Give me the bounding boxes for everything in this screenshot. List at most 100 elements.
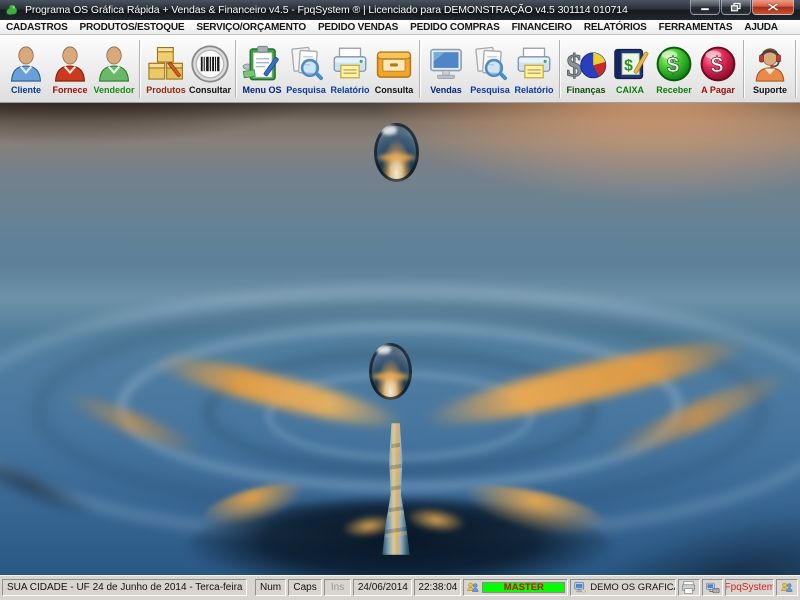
- dollar-pie-icon: $: [566, 47, 607, 83]
- minimize-icon: [700, 7, 710, 11]
- app-icon: [6, 4, 18, 15]
- status-location-text: SUA CIDADE - UF 24 de Junho de 2014 - Te…: [7, 582, 243, 593]
- menu-item-pedido-vendas[interactable]: PEDIDO VENDAS: [312, 22, 404, 33]
- water-droplet: [369, 343, 412, 400]
- menu-item-ferramentas[interactable]: FERRAMENTAS: [653, 22, 739, 33]
- toolbar-label: Pesquisa: [470, 84, 510, 95]
- clipboard-pencil-icon: [242, 45, 279, 80]
- toolbar-label: Consulta: [374, 84, 414, 95]
- water-droplet: [374, 123, 419, 182]
- restore-icon: [730, 2, 741, 12]
- toolbar-label: Vendedor: [93, 84, 135, 95]
- toolbar-label: Receber: [656, 84, 692, 95]
- status-bar: SUA CIDADE - UF 24 de Junho de 2014 - Te…: [0, 575, 800, 600]
- toolbar-label: Vendas: [430, 84, 462, 95]
- menu-bar: CADASTROS PRODUTOS/ESTOQUE SERVIÇO/ORÇAM…: [0, 20, 800, 35]
- title-bar: Programa OS Gráfica Rápida + Vendas & Fi…: [0, 0, 800, 20]
- toolbar-button-caixa[interactable]: $ CAIXA: [608, 42, 652, 96]
- barcode-icon: [191, 44, 229, 83]
- menu-item-pedido-compras[interactable]: PEDIDO COMPRAS: [404, 22, 505, 33]
- status-users[interactable]: [776, 579, 798, 596]
- users-icon: [467, 582, 479, 592]
- menu-item-relatorios[interactable]: RELATÓRIOS: [578, 22, 653, 33]
- window-title: Programa OS Gráfica Rápida + Vendas & Fi…: [25, 4, 628, 16]
- status-user: MASTER: [463, 579, 569, 596]
- toolbar-button-fornecedor[interactable]: Fornece: [48, 42, 92, 96]
- search-pages-icon: [475, 46, 508, 80]
- menu-item-produtos-estoque[interactable]: PRODUTOS/ESTOQUE: [74, 22, 191, 33]
- toolbar-button-financas[interactable]: $ Finanças: [564, 42, 608, 96]
- printer-icon: [333, 47, 367, 78]
- file-drawer-icon: [376, 50, 412, 78]
- svg-text:$: $: [667, 52, 680, 77]
- toolbar-separator: [795, 39, 798, 98]
- toolbar-button-vendedor[interactable]: Vendedor: [92, 42, 136, 96]
- status-brand: FpqSystem: [725, 579, 775, 596]
- printer-icon: [682, 581, 696, 594]
- menu-item-servico-orcamento[interactable]: SERVIÇO/ORÇAMENTO: [190, 22, 312, 33]
- svg-text:$: $: [624, 57, 633, 74]
- toolbar-button-suporte[interactable]: Suporte: [748, 42, 792, 96]
- network-computers-icon: [705, 582, 720, 593]
- users-icon: [781, 582, 793, 592]
- status-app-name: DEMO OS GRAFICA 4.5: [570, 579, 677, 596]
- toolbar-button-consulta-os[interactable]: Consulta: [372, 42, 416, 96]
- toolbar-label: Consultar: [189, 84, 232, 95]
- toolbar-label: Fornece: [52, 84, 88, 95]
- menu-item-financeiro[interactable]: FINANCEIRO: [506, 22, 578, 33]
- toolbar-button-menu-os[interactable]: Menu OS: [240, 42, 284, 96]
- toolbar: Cliente Fornece Vendedor Produtos Consul…: [0, 35, 800, 103]
- close-button[interactable]: [752, 0, 794, 15]
- svg-text:$: $: [711, 52, 724, 77]
- toolbar-separator: [235, 39, 238, 98]
- computer-icon: [574, 582, 587, 593]
- toolbar-label: A Pagar: [701, 84, 735, 95]
- toolbar-label: Relatório: [514, 84, 554, 95]
- status-location: SUA CIDADE - UF 24 de Junho de 2014 - Te…: [2, 579, 247, 596]
- support-headset-icon: [755, 47, 785, 82]
- client-person-icon: [11, 46, 41, 82]
- status-date: 24/06/2014: [353, 579, 413, 596]
- desktop-wallpaper: [0, 103, 800, 575]
- toolbar-button-a-pagar[interactable]: $ A Pagar: [696, 42, 740, 96]
- status-network[interactable]: [701, 579, 724, 596]
- close-icon: [767, 2, 779, 12]
- toolbar-button-pesquisa-os[interactable]: Pesquisa: [284, 42, 328, 96]
- toolbar-button-consultar[interactable]: Consultar: [188, 42, 232, 96]
- product-boxes-icon: [148, 46, 183, 80]
- toolbar-button-pesquisa-vendas[interactable]: Pesquisa: [468, 42, 512, 96]
- toolbar-button-cliente[interactable]: Cliente: [4, 42, 48, 96]
- minimize-button[interactable]: [690, 0, 720, 15]
- toolbar-separator: [139, 39, 141, 98]
- toolbar-button-produtos[interactable]: Produtos: [144, 42, 188, 96]
- toolbar-label: Cliente: [10, 84, 41, 95]
- receive-money-icon: $: [656, 46, 692, 81]
- menu-item-cadastros[interactable]: CADASTROS: [0, 22, 74, 33]
- toolbar-label: Pesquisa: [286, 84, 326, 95]
- app-window: Programa OS Gráfica Rápida + Vendas & Fi…: [0, 0, 800, 600]
- toolbar-button-relatorio-vendas[interactable]: Relatório: [512, 42, 556, 96]
- toolbar-button-vendas[interactable]: Vendas: [424, 42, 468, 96]
- status-time: 22:38:04: [414, 579, 462, 596]
- status-num-lock: Num: [254, 579, 287, 596]
- monitor-icon: [430, 48, 462, 79]
- toolbar-label: Suporte: [753, 84, 788, 95]
- toolbar-separator: [743, 39, 746, 98]
- search-pages-icon: [291, 46, 324, 80]
- status-caps-lock: Caps: [288, 579, 322, 596]
- toolbar-button-relatorio-os[interactable]: Relatório: [328, 42, 372, 96]
- toolbar-label: Relatório: [330, 84, 370, 95]
- ledger-book-icon: $: [614, 48, 649, 79]
- toolbar-label: Finanças: [566, 84, 606, 95]
- supplier-person-icon: [55, 46, 85, 82]
- svg-text:$: $: [566, 47, 582, 82]
- status-printer[interactable]: [678, 579, 700, 596]
- restore-button[interactable]: [721, 0, 751, 15]
- menu-item-ajuda[interactable]: AJUDA: [738, 22, 783, 33]
- toolbar-separator: [419, 39, 422, 98]
- toolbar-label: CAIXA: [616, 84, 645, 95]
- status-user-badge: MASTER: [482, 582, 566, 593]
- window-controls: [689, 0, 794, 15]
- printer-icon: [517, 47, 551, 78]
- toolbar-button-receber[interactable]: $ Receber: [652, 42, 696, 96]
